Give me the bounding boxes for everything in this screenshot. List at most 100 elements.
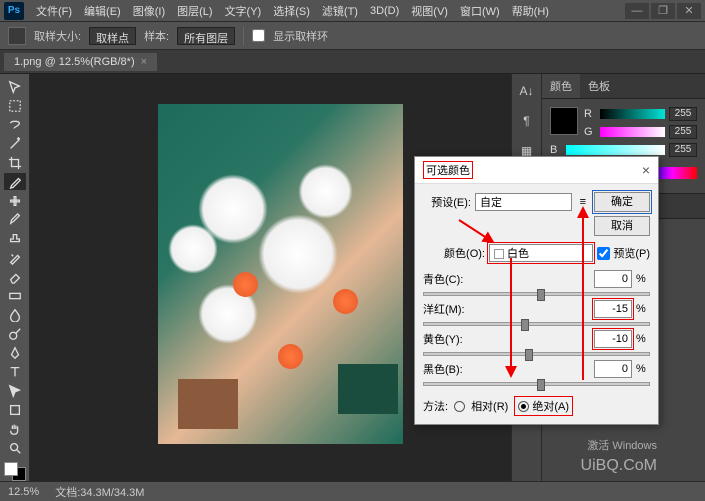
cyan-slider[interactable]: [423, 292, 650, 296]
tool-path[interactable]: [4, 382, 26, 399]
swatches-panel-tab[interactable]: 色板: [580, 74, 618, 98]
absolute-label: 绝对(A): [532, 398, 569, 414]
b-value[interactable]: 255: [669, 143, 697, 157]
black-input[interactable]: [594, 360, 632, 378]
tool-marquee[interactable]: [4, 97, 26, 114]
dialog-title: 可选颜色: [423, 161, 473, 179]
foreground-color-swatch[interactable]: [550, 107, 578, 135]
tool-brush[interactable]: [4, 211, 26, 228]
tool-crop[interactable]: [4, 154, 26, 171]
tool-gradient[interactable]: [4, 287, 26, 304]
tool-dodge[interactable]: [4, 325, 26, 342]
yellow-slider[interactable]: [423, 352, 650, 356]
cancel-button[interactable]: 取消: [594, 216, 650, 236]
window-close-icon[interactable]: ✕: [677, 3, 701, 19]
status-bar: 12.5% 文档:34.3M/34.3M: [0, 481, 705, 501]
site-watermark: UiBQ.CoM: [581, 455, 657, 477]
tool-history-brush[interactable]: [4, 249, 26, 266]
preview-label: 预览(P): [613, 245, 650, 261]
menu-help[interactable]: 帮助(H): [506, 3, 555, 19]
menu-edit[interactable]: 编辑(E): [78, 3, 127, 19]
sample-label: 样本:: [144, 28, 169, 44]
menu-filter[interactable]: 滤镜(T): [316, 3, 364, 19]
menu-layer[interactable]: 图层(L): [171, 3, 218, 19]
pct-label: %: [636, 363, 650, 375]
magenta-input[interactable]: [594, 300, 632, 318]
b-label: B: [550, 144, 562, 156]
tool-hand[interactable]: [4, 420, 26, 437]
magenta-slider-row: 洋红(M):%: [423, 300, 650, 326]
absolute-radio[interactable]: [518, 401, 529, 412]
pct-label: %: [636, 303, 650, 315]
selective-color-dialog: 可选颜色 × 预设(E): 自定 ≡ 确定 取消 颜色(O): 白色 预览(P)…: [414, 156, 659, 425]
tool-blur[interactable]: [4, 306, 26, 323]
zoom-level[interactable]: 12.5%: [8, 486, 39, 498]
tool-eraser[interactable]: [4, 268, 26, 285]
yellow-label: 黄色(Y):: [423, 331, 590, 347]
menu-3d[interactable]: 3D(D): [364, 5, 405, 17]
magenta-slider[interactable]: [423, 322, 650, 326]
ok-button[interactable]: 确定: [594, 192, 650, 212]
menu-type[interactable]: 文字(Y): [219, 3, 268, 19]
app-logo: Ps: [4, 2, 24, 20]
preset-menu-icon[interactable]: ≡: [580, 196, 586, 208]
b-slider[interactable]: [566, 145, 665, 155]
yellow-slider-row: 黄色(Y):%: [423, 330, 650, 356]
yellow-input[interactable]: [594, 330, 632, 348]
cyan-slider-row: 青色(C):%: [423, 270, 650, 296]
relative-radio[interactable]: [454, 401, 465, 412]
sample-select[interactable]: 所有图层: [177, 27, 235, 45]
cyan-label: 青色(C):: [423, 271, 590, 287]
tool-heal[interactable]: [4, 192, 26, 209]
options-bar: 取样大小: 取样点 样本: 所有图层 显示取样环: [0, 22, 705, 50]
color-panel-tab[interactable]: 颜色: [542, 74, 580, 98]
tool-lasso[interactable]: [4, 116, 26, 133]
tool-eyedropper[interactable]: [4, 173, 26, 190]
history-panel-icon[interactable]: A↓: [518, 82, 536, 100]
tool-stamp[interactable]: [4, 230, 26, 247]
dialog-close-icon[interactable]: ×: [642, 162, 650, 178]
preview-checkbox[interactable]: [597, 247, 610, 260]
menu-window[interactable]: 窗口(W): [454, 3, 506, 19]
document-tab-bar: 1.png @ 12.5%(RGB/8*) ×: [0, 50, 705, 74]
black-slider[interactable]: [423, 382, 650, 386]
tool-zoom[interactable]: [4, 439, 26, 456]
character-panel-icon[interactable]: ¶: [518, 112, 536, 130]
relative-label: 相对(R): [471, 398, 508, 414]
sample-size-select[interactable]: 取样点: [89, 27, 136, 45]
color-swatch[interactable]: [4, 462, 26, 481]
tool-move[interactable]: [4, 78, 26, 95]
tool-type[interactable]: [4, 363, 26, 380]
colors-label: 颜色(O):: [423, 245, 485, 261]
show-ring-checkbox[interactable]: [252, 29, 265, 42]
pct-label: %: [636, 273, 650, 285]
tool-wand[interactable]: [4, 135, 26, 152]
tool-pen[interactable]: [4, 344, 26, 361]
window-restore-icon[interactable]: ❐: [651, 3, 675, 19]
document-tab-title: 1.png @ 12.5%(RGB/8*): [14, 56, 135, 68]
menu-file[interactable]: 文件(F): [30, 3, 78, 19]
preset-select[interactable]: 自定: [475, 193, 572, 211]
g-value[interactable]: 255: [669, 125, 697, 139]
menu-bar: Ps 文件(F) 编辑(E) 图像(I) 图层(L) 文字(Y) 选择(S) 滤…: [0, 0, 705, 22]
dialog-titlebar[interactable]: 可选颜色 ×: [415, 157, 658, 184]
watermark: 激活 Windows UiBQ.CoM: [581, 439, 657, 477]
pct-label: %: [636, 333, 650, 345]
menu-select[interactable]: 选择(S): [267, 3, 316, 19]
document-image: [158, 104, 403, 444]
r-value[interactable]: 255: [669, 107, 697, 121]
tool-preset-icon[interactable]: [8, 27, 26, 45]
window-minimize-icon[interactable]: —: [625, 3, 649, 19]
r-label: R: [584, 108, 596, 120]
colors-select[interactable]: 白色: [489, 244, 593, 262]
document-tab-close-icon[interactable]: ×: [141, 56, 147, 68]
menu-view[interactable]: 视图(V): [405, 3, 454, 19]
r-slider[interactable]: [600, 109, 665, 119]
black-slider-row: 黑色(B):%: [423, 360, 650, 386]
preset-label: 预设(E):: [423, 194, 471, 210]
tool-shape[interactable]: [4, 401, 26, 418]
menu-image[interactable]: 图像(I): [127, 3, 171, 19]
document-tab[interactable]: 1.png @ 12.5%(RGB/8*) ×: [4, 53, 157, 71]
g-slider[interactable]: [600, 127, 665, 137]
cyan-input[interactable]: [594, 270, 632, 288]
